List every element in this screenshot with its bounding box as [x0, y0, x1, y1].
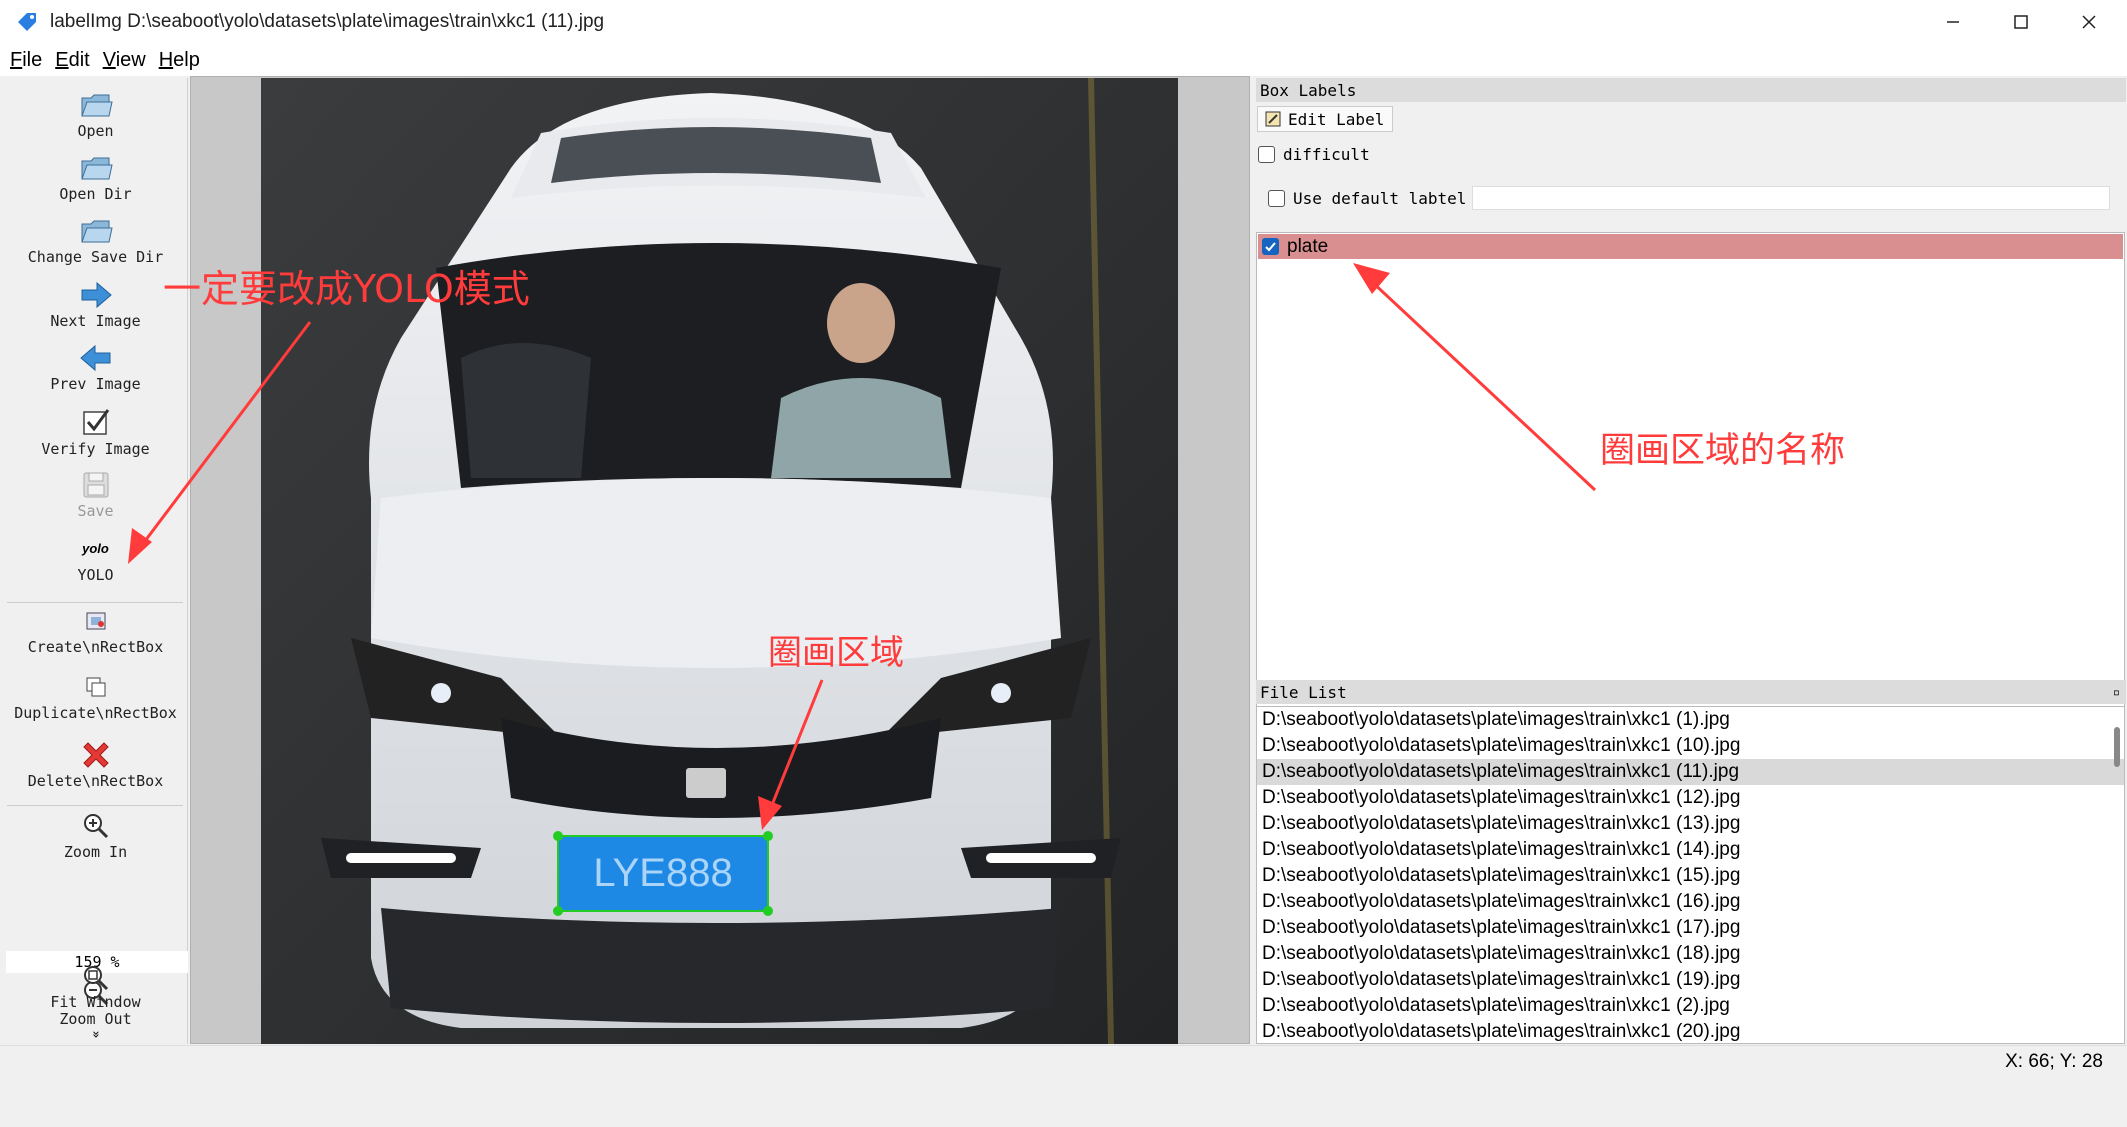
annotation-arrow	[140, 321, 312, 546]
arrowhead-icon	[1353, 263, 1390, 294]
annotation-arrow	[1368, 278, 1597, 492]
annotation-yolo-mode: 一定要改成YOLO模式	[163, 267, 530, 311]
annotation-arrows	[128, 263, 1597, 830]
status-bar: X: 66; Y: 28	[0, 1045, 2127, 1077]
cursor-coordinates: X: 66; Y: 28	[2005, 1051, 2103, 1072]
arrowhead-icon	[128, 528, 152, 564]
annotation-region: 圈画区域	[768, 633, 904, 673]
arrowhead-icon	[758, 796, 782, 830]
labelimg-window: labelImg D:\seaboot\yolo\datasets\plate\…	[0, 0, 2127, 1077]
annotation-region-name: 圈画区域的名称	[1600, 431, 1846, 471]
annotation-arrow	[768, 679, 824, 811]
